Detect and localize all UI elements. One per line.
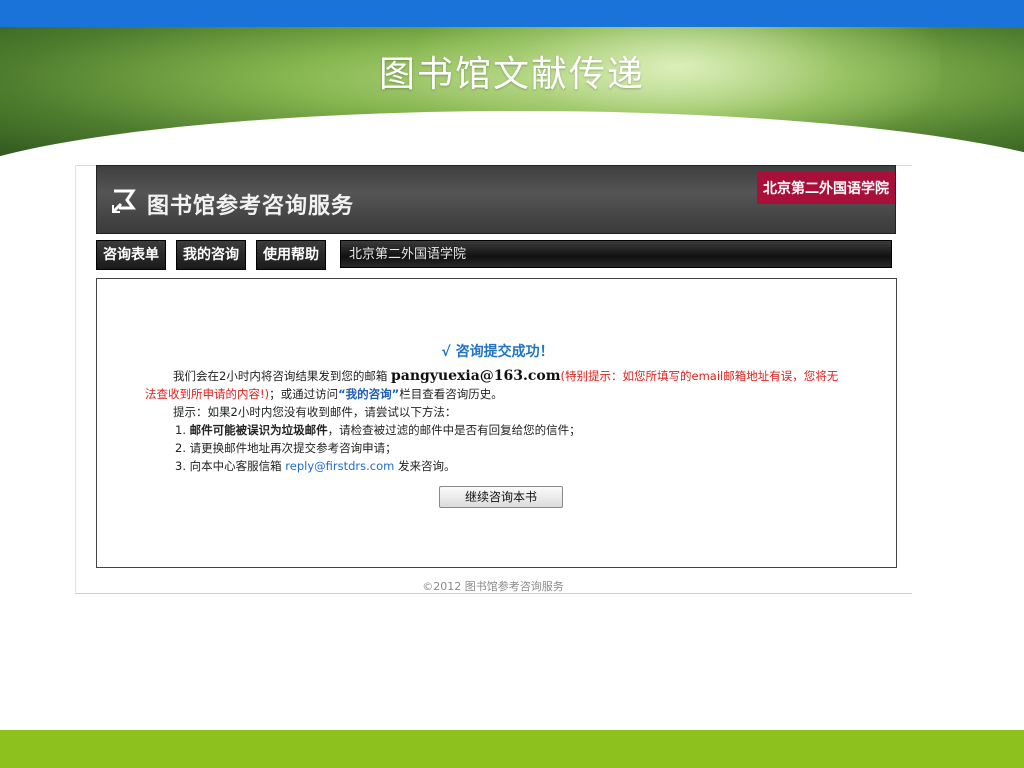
service-email-link[interactable]: reply@firstdrs.com (285, 459, 394, 473)
tip-1-bold: 邮件可能被误识为垃圾邮件 (189, 423, 328, 437)
school-badge: 北京第二外国语学院 (757, 172, 895, 204)
copyright: ©2012 图书馆参考咨询服务 (422, 580, 564, 593)
tip-1-number: 1. (175, 423, 186, 437)
banner-title: 图书馆文献传递 (378, 54, 645, 95)
message-line-1: 我们会在2小时内将咨询结果发到您的邮箱 pangyuexia@163.com(特… (159, 367, 889, 385)
tip-item-1: 1. 邮件可能被误识为垃圾邮件，请检查被过滤的邮件中是否有回复给您的信件； (159, 421, 889, 439)
tip-item-2: 2. 请更换邮件地址再次提交参考咨询申请； (175, 441, 397, 455)
email-warning-cont: 法查收到所申请的内容!) (145, 387, 270, 401)
hint-line: 提示：如果2小时内您没有收到邮件，请尝试以下方法： (173, 405, 457, 419)
service-header: 图书馆参考咨询服务 北京第二外国语学院 (96, 165, 896, 234)
my-consult-link[interactable]: “我的咨询” (338, 387, 399, 401)
nav-bar: 咨询表单 我的咨询 使用帮助 北京第二外国语学院 (96, 240, 894, 270)
result-message: 我们会在2小时内将咨询结果发到您的邮箱 pangyuexia@163.com(特… (145, 367, 889, 475)
bottom-accent-bar (0, 730, 1024, 768)
book-arrow-icon (111, 188, 137, 214)
tab-consult-form[interactable]: 咨询表单 (96, 240, 166, 270)
tip-item-3: 3. 向本中心客服信箱 reply@firstdrs.com 发来咨询。 (159, 457, 889, 475)
result-panel: √ 咨询提交成功！ 我们会在2小时内将咨询结果发到您的邮箱 pangyuexia… (96, 278, 897, 568)
success-message: √ 咨询提交成功！ (441, 344, 554, 360)
history-text: 栏目查看咨询历史。 (399, 387, 503, 401)
institution-bar: 北京第二外国语学院 (340, 240, 892, 268)
tab-help[interactable]: 使用帮助 (256, 240, 326, 270)
continue-consult-button[interactable]: 继续咨询本书 (439, 486, 563, 508)
tab-my-consult[interactable]: 我的咨询 (176, 240, 246, 270)
user-email: pangyuexia@163.com (390, 368, 561, 384)
email-warning: (特别提示：如您所填写的email邮箱地址有误，您将无 (560, 369, 839, 383)
service-title: 图书馆参考咨询服务 (147, 194, 355, 219)
email-intro: 我们会在2小时内将咨询结果发到您的邮箱 (173, 369, 388, 383)
via-text: ；或通过访问 (269, 387, 339, 401)
banner: 图书馆文献传递 (0, 27, 1024, 157)
tip-3-prefix: 3. 向本中心客服信箱 (175, 459, 282, 473)
top-accent-bar (0, 0, 1024, 27)
tip-3-suffix: 发来咨询。 (398, 459, 456, 473)
message-line-2: 法查收到所申请的内容!)；或通过访问“我的咨询”栏目查看咨询历史。 (145, 385, 889, 403)
tip-1-rest: ，请检查被过滤的邮件中是否有回复给您的信件； (327, 423, 581, 437)
